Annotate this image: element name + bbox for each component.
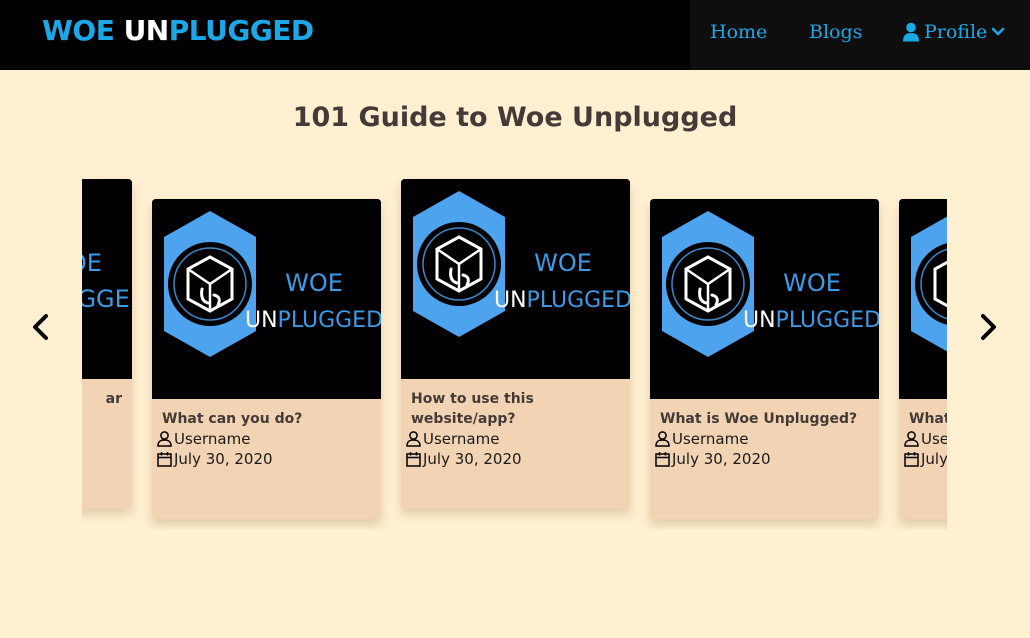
blog-card-partial-right[interactable]: What Use July [899, 199, 947, 519]
calendar-icon [406, 452, 421, 467]
card-date: July 30, 2020 [655, 449, 869, 469]
brand-logo[interactable]: WOE UNPLUGGED [42, 14, 314, 47]
chevron-down-icon [992, 27, 1005, 36]
blog-card-active[interactable]: WOE UNPLUGGED How to use this website/ap… [401, 179, 630, 508]
card-thumbnail: WOE UNPLUGGED [152, 199, 381, 399]
card-author-name: Username [174, 430, 251, 448]
card-date-text: July [921, 450, 947, 468]
card-date: July 30, 2020 [406, 449, 620, 469]
chevron-right-icon [981, 314, 996, 340]
woe-unplugged-logo-image: WOE UNPLUGGED [82, 179, 132, 379]
svg-text:WOE: WOE [82, 249, 102, 277]
woe-unplugged-logo-image: WOE UNPLUGGED [401, 179, 630, 379]
blog-card-partial-left[interactable]: WOE UNPLUGGED ar [82, 179, 132, 508]
card-author: Username [655, 429, 869, 449]
card-thumbnail [899, 199, 947, 399]
nav-menu: Home Blogs Profile [690, 0, 1030, 70]
card-title[interactable]: What [909, 409, 947, 429]
card-author-name: Use [921, 430, 947, 448]
card-date-text: July 30, 2020 [672, 450, 771, 468]
card-author: Username [157, 429, 371, 449]
user-icon [157, 431, 172, 447]
carousel-next-button[interactable] [976, 312, 1000, 342]
carousel-prev-button[interactable] [29, 312, 53, 342]
nav-profile-dropdown[interactable]: Profile [902, 21, 1005, 43]
brand-part-woe: WOE [42, 14, 124, 47]
card-title[interactable]: What is Woe Unplugged? [660, 409, 869, 429]
card-title-fragment: ar [105, 391, 122, 407]
card-title[interactable]: How to use this website/app? [411, 389, 620, 429]
card-date-text: July 30, 2020 [423, 450, 522, 468]
user-icon [406, 431, 421, 447]
svg-text:WOE: WOE [285, 269, 343, 297]
svg-text:UNPLUGGED: UNPLUGGED [245, 308, 381, 333]
card-author: Use [904, 429, 947, 449]
card-author-name: Username [423, 430, 500, 448]
blog-card[interactable]: WOE UNPLUGGED What is Woe Unplugged? Use… [650, 199, 879, 519]
chevron-left-icon [33, 314, 48, 340]
user-icon [903, 22, 919, 42]
svg-text:UNPLUGGED: UNPLUGGED [743, 308, 879, 333]
card-thumbnail: WOE UNPLUGGED [650, 199, 879, 399]
card-date-text: July 30, 2020 [174, 450, 273, 468]
card-date: July 30, 2020 [157, 449, 371, 469]
page-title: 101 Guide to Woe Unplugged [292, 102, 738, 133]
card-thumbnail: WOE UNPLUGGED [401, 179, 630, 379]
card-date: July [904, 449, 947, 469]
blog-carousel: WOE UNPLUGGED ar WOE UNPLUGGED What can [82, 170, 947, 530]
user-icon [904, 431, 919, 447]
svg-text:UNPLUGGED: UNPLUGGED [494, 288, 630, 313]
nav-blogs-link[interactable]: Blogs [809, 21, 862, 43]
nav-profile-label: Profile [924, 21, 988, 43]
calendar-icon [904, 452, 919, 467]
user-icon [655, 431, 670, 447]
calendar-icon [655, 452, 670, 467]
woe-unplugged-logo-image: WOE UNPLUGGED [152, 199, 381, 399]
svg-text:UNPLUGGED: UNPLUGGED [82, 285, 132, 313]
card-author: Username [406, 429, 620, 449]
blog-card[interactable]: WOE UNPLUGGED What can you do? Username … [152, 199, 381, 519]
svg-text:WOE: WOE [783, 269, 841, 297]
brand-part-un: UN [123, 14, 170, 47]
card-thumbnail: WOE UNPLUGGED [82, 179, 132, 379]
calendar-icon [157, 452, 172, 467]
card-title[interactable]: What can you do? [162, 409, 371, 429]
brand-part-plugged: PLUGGED [168, 14, 314, 47]
nav-home-link[interactable]: Home [710, 21, 767, 43]
woe-unplugged-logo-image [899, 199, 947, 399]
woe-unplugged-logo-image: WOE UNPLUGGED [650, 199, 879, 399]
card-author-name: Username [672, 430, 749, 448]
navbar: WOE UNPLUGGED Home Blogs Profile [0, 0, 1030, 70]
svg-text:WOE: WOE [534, 249, 592, 277]
